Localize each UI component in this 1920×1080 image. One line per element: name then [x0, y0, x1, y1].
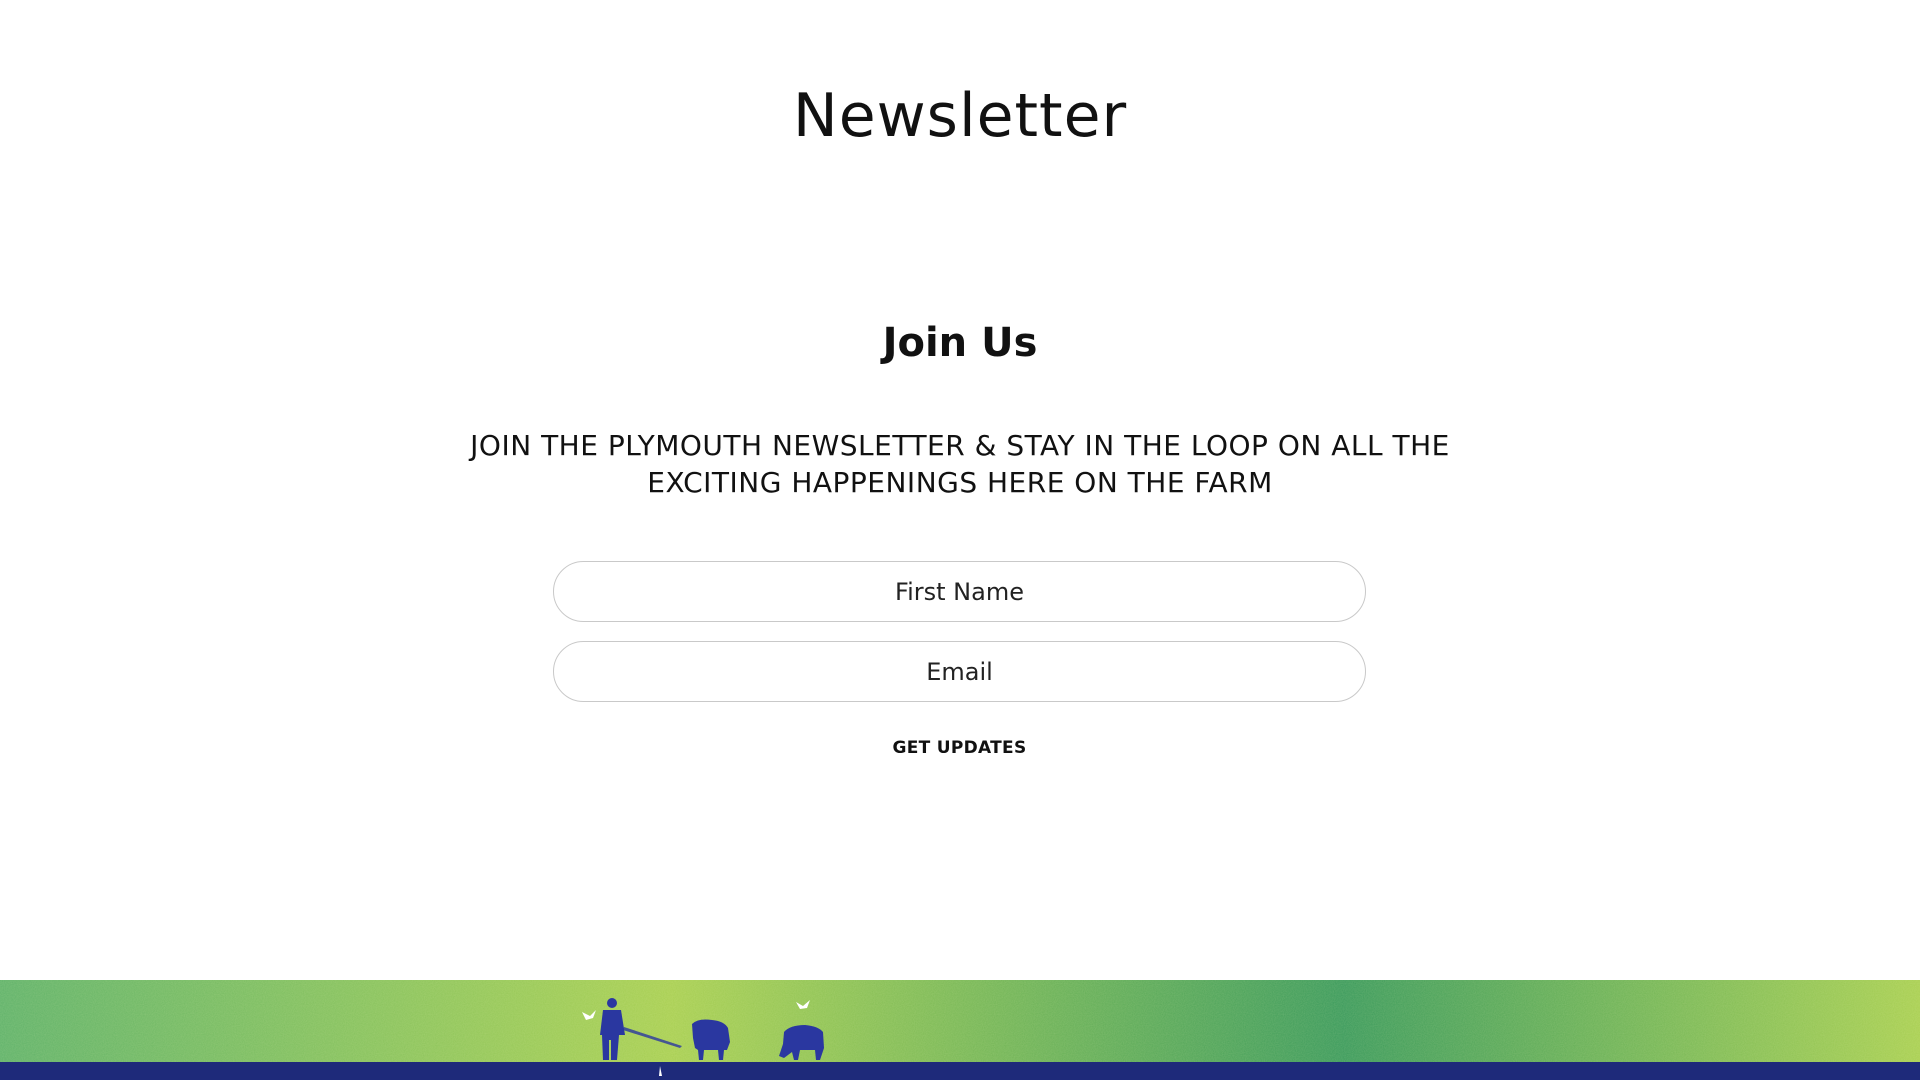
newsletter-page: Newsletter Join Us JOIN THE PLYMOUTH NEW… — [0, 0, 1920, 1080]
email-input[interactable] — [553, 641, 1366, 702]
signup-heading: Join Us — [882, 320, 1038, 366]
farmer-figure — [607, 998, 617, 1008]
signup-tagline: JOIN THE PLYMOUTH NEWSLETTER & STAY IN T… — [470, 429, 1450, 499]
newsletter-signup-form: GET UPDATES — [553, 561, 1366, 764]
page-title: Newsletter — [792, 81, 1128, 151]
first-name-input[interactable] — [553, 561, 1366, 622]
farm-field-illustration — [0, 980, 1920, 1080]
get-updates-button[interactable]: GET UPDATES — [882, 732, 1036, 764]
